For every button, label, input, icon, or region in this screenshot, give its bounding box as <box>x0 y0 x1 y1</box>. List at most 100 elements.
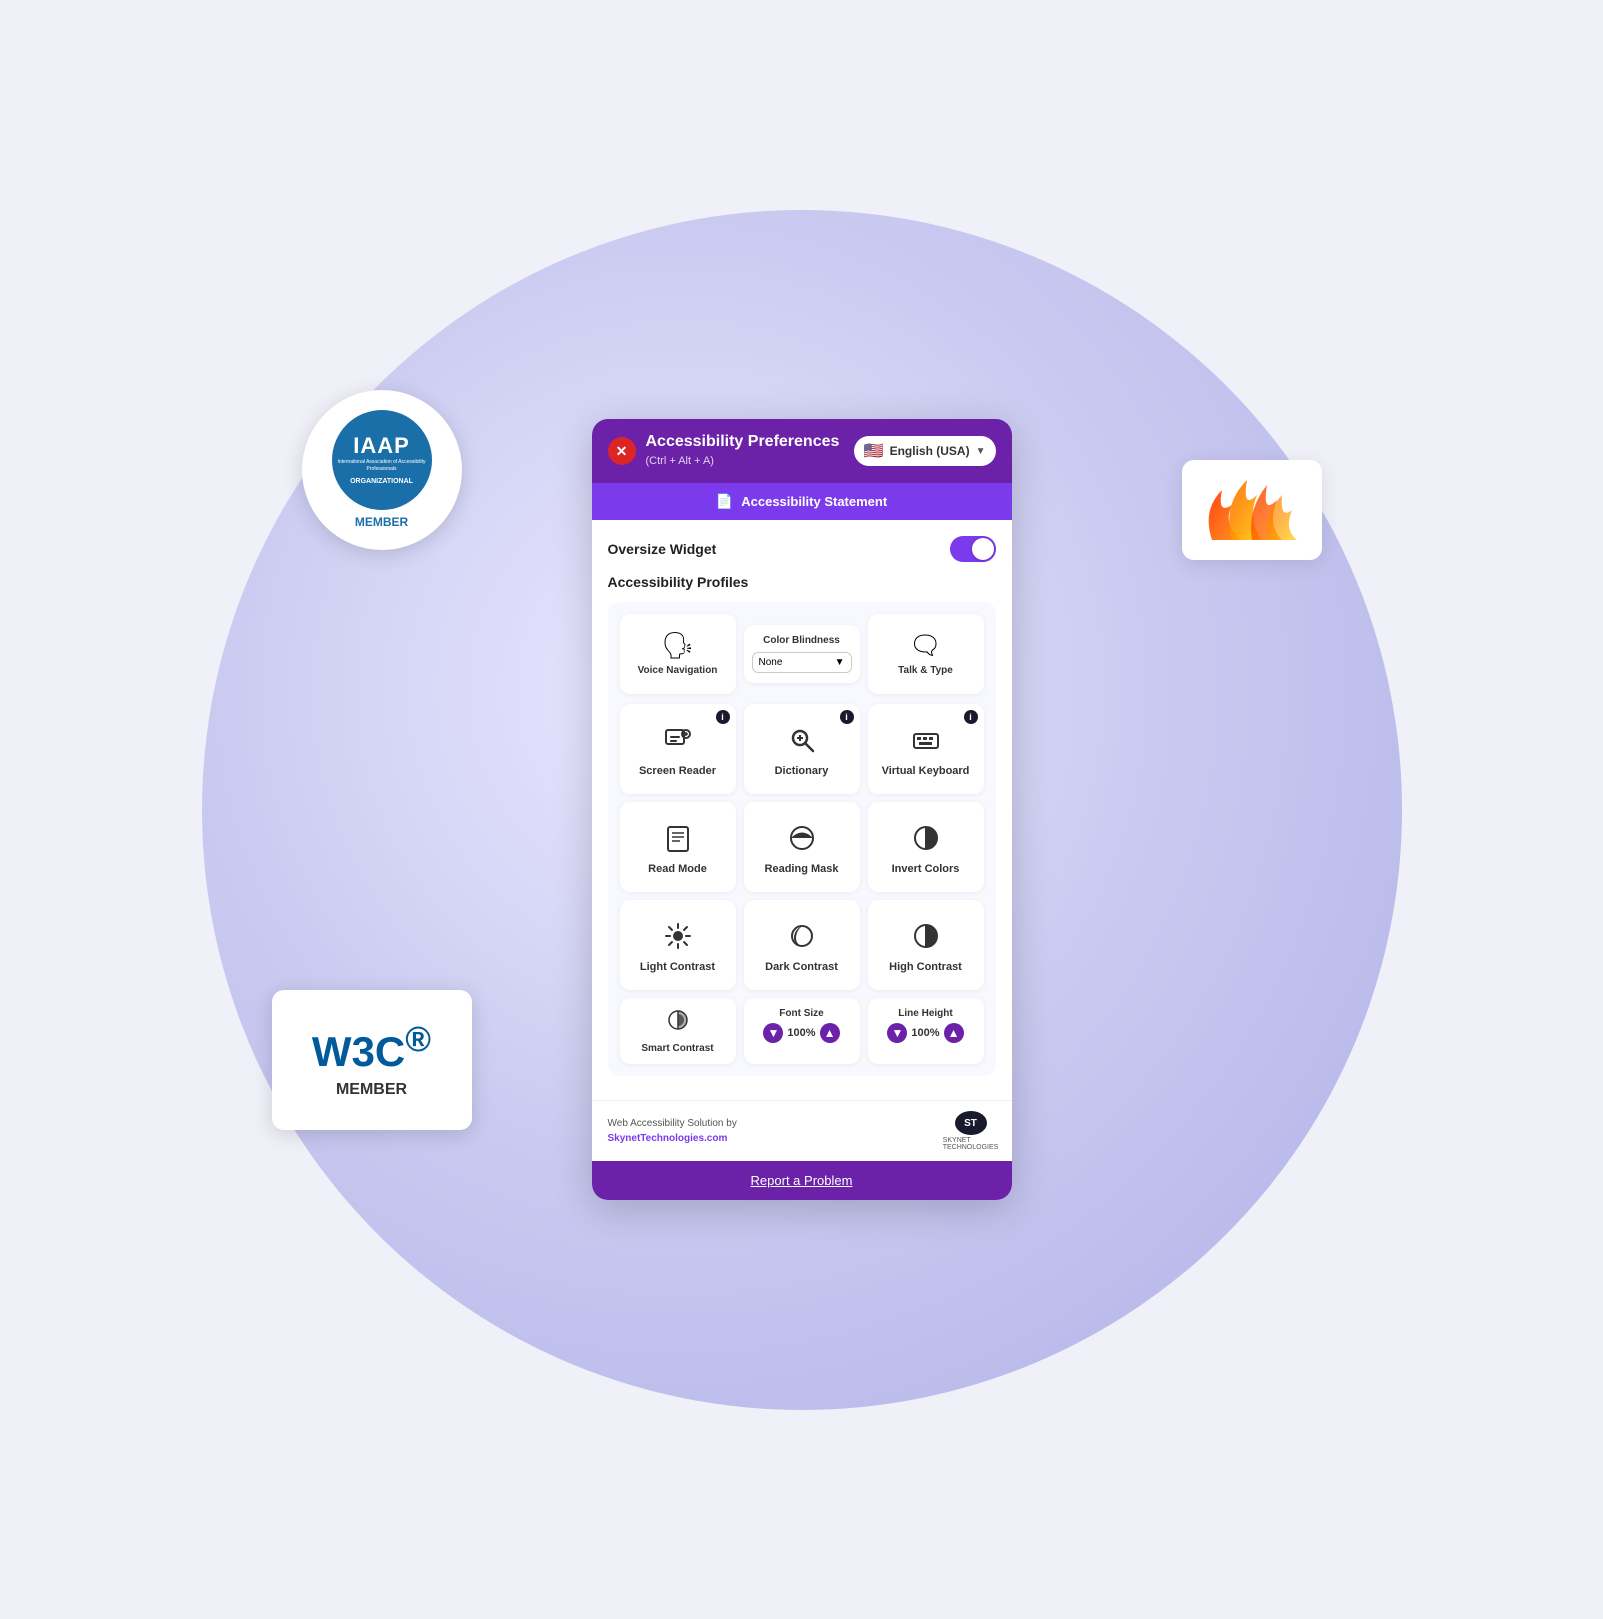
line-height-label: Line Height <box>898 1008 952 1019</box>
widget-body: Oversize Widget Accessibility Profiles 🗣… <box>592 520 1012 1100</box>
features-grid: i Screen Reader <box>620 704 984 990</box>
screen-reader-info-icon[interactable]: i <box>716 710 730 724</box>
reading-mask-label: Reading Mask <box>765 863 839 875</box>
dark-contrast-label: Dark Contrast <box>765 961 838 973</box>
accessibility-widget: ✕ Accessibility Preferences (Ctrl + Alt … <box>592 419 1012 1200</box>
reading-mask-icon <box>788 824 816 857</box>
st-logo-subtext: SKYNET TECHNOLOGIES <box>943 1137 999 1151</box>
font-size-label: Font Size <box>779 1008 823 1019</box>
st-logo-text: ST <box>964 1118 977 1129</box>
w3c-registered: ® <box>405 1020 431 1059</box>
high-contrast-cell[interactable]: High Contrast <box>868 900 984 990</box>
header-shortcut: (Ctrl + Alt + A) <box>646 455 714 467</box>
flame-icon <box>1192 470 1312 550</box>
w3c-member-label: MEMBER <box>336 1081 407 1099</box>
outer-circle: IAAP International Association of Access… <box>202 210 1402 1410</box>
w3c-badge: W3C® MEMBER <box>272 990 472 1130</box>
color-blindness-value: None <box>759 657 783 668</box>
high-contrast-icon <box>912 922 940 955</box>
oversize-row: Oversize Widget <box>608 536 996 562</box>
virtual-keyboard-cell[interactable]: i Virtual Keyboard <box>868 704 984 794</box>
iaap-badge: IAAP International Association of Access… <box>302 390 462 550</box>
iaap-main-text: IAAP <box>353 433 410 459</box>
talk-type-cell[interactable]: 🗨 Talk & Type <box>868 614 984 694</box>
dropdown-chevron-icon: ▼ <box>835 657 845 668</box>
language-label: English (USA) <box>890 444 970 458</box>
light-contrast-cell[interactable]: Light Contrast <box>620 900 736 990</box>
line-height-value: 100% <box>911 1027 939 1039</box>
widget-footer: Web Accessibility Solution by SkynetTech… <box>592 1100 1012 1161</box>
widget-header: ✕ Accessibility Preferences (Ctrl + Alt … <box>592 419 1012 483</box>
chevron-down-icon: ▼ <box>976 446 986 457</box>
color-blindness-cell: Color Blindness None ▼ <box>744 625 860 683</box>
top-profiles-row: 🗣 Voice Navigation Color Blindness None … <box>620 614 984 694</box>
screen-reader-label: Screen Reader <box>639 765 716 777</box>
font-size-value: 100% <box>787 1027 815 1039</box>
st-logo-circle: ST <box>955 1111 987 1135</box>
statement-bar[interactable]: 📄 Accessibility Statement <box>592 483 1012 520</box>
header-title-main: Accessibility Preferences <box>646 433 840 451</box>
color-blindness-label: Color Blindness <box>763 635 840 646</box>
statement-icon: 📄 <box>716 493 733 510</box>
virtual-keyboard-info-icon[interactable]: i <box>964 710 978 724</box>
dark-contrast-icon <box>788 922 816 955</box>
iaap-circle: IAAP International Association of Access… <box>332 410 432 510</box>
light-contrast-icon <box>664 922 692 955</box>
header-title: Accessibility Preferences (Ctrl + Alt + … <box>646 433 840 469</box>
dictionary-icon <box>788 726 816 759</box>
footer-line1: Web Accessibility Solution by <box>608 1118 737 1129</box>
footer-logo: ST SKYNET TECHNOLOGIES <box>946 1111 996 1151</box>
font-size-cell: Font Size ▼ 100% ▲ <box>744 998 860 1064</box>
virtual-keyboard-icon <box>912 726 940 759</box>
dark-contrast-cell[interactable]: Dark Contrast <box>744 900 860 990</box>
voice-navigation-label: Voice Navigation <box>638 664 718 677</box>
close-button[interactable]: ✕ <box>608 437 636 465</box>
dictionary-label: Dictionary <box>775 765 829 777</box>
dictionary-cell[interactable]: i Dictionary <box>744 704 860 794</box>
font-size-controls: ▼ 100% ▲ <box>763 1023 839 1043</box>
report-problem-label: Report a Problem <box>751 1173 853 1188</box>
invert-colors-cell[interactable]: Invert Colors <box>868 802 984 892</box>
flame-decoration <box>1182 460 1322 560</box>
w3c-logo-text: W3C® <box>312 1020 431 1076</box>
report-problem-bar[interactable]: Report a Problem <box>592 1161 1012 1200</box>
talk-type-icon: 🗨 <box>909 632 942 658</box>
oversize-toggle[interactable] <box>950 536 996 562</box>
iaap-member-text: MEMBER <box>355 515 408 529</box>
iaap-org-text: ORGANIZATIONAL <box>342 476 421 487</box>
virtual-keyboard-label: Virtual Keyboard <box>882 765 970 777</box>
smart-contrast-label: Smart Contrast <box>641 1043 713 1054</box>
line-height-increase-button[interactable]: ▲ <box>944 1023 964 1043</box>
toggle-knob <box>972 538 994 560</box>
color-blindness-dropdown[interactable]: None ▼ <box>752 652 852 673</box>
profiles-section: 🗣 Voice Navigation Color Blindness None … <box>608 602 996 1076</box>
read-mode-label: Read Mode <box>648 863 707 875</box>
high-contrast-label: High Contrast <box>889 961 962 973</box>
flag-icon: 🇺🇸 <box>864 441 884 461</box>
line-height-cell: Line Height ▼ 100% ▲ <box>868 998 984 1064</box>
font-size-increase-button[interactable]: ▲ <box>820 1023 840 1043</box>
font-size-decrease-button[interactable]: ▼ <box>763 1023 783 1043</box>
statement-label: Accessibility Statement <box>741 494 887 509</box>
read-mode-icon <box>664 824 692 857</box>
footer-link[interactable]: SkynetTechnologies.com <box>608 1133 728 1144</box>
talk-type-label: Talk & Type <box>898 664 953 677</box>
invert-colors-label: Invert Colors <box>892 863 960 875</box>
screen-reader-cell[interactable]: i Screen Reader <box>620 704 736 794</box>
adjusters-row: Smart Contrast Font Size ▼ 100% ▲ Line H <box>620 998 984 1064</box>
footer-text: Web Accessibility Solution by SkynetTech… <box>608 1116 737 1146</box>
invert-colors-icon <box>912 824 940 857</box>
profiles-label: Accessibility Profiles <box>608 574 996 590</box>
dictionary-info-icon[interactable]: i <box>840 710 854 724</box>
language-selector[interactable]: 🇺🇸 English (USA) ▼ <box>854 436 996 466</box>
iaap-sub-text: International Association of Accessibili… <box>332 459 432 472</box>
screen-reader-icon <box>664 726 692 759</box>
smart-contrast-icon <box>666 1008 690 1039</box>
voice-navigation-cell[interactable]: 🗣 Voice Navigation <box>620 614 736 694</box>
read-mode-cell[interactable]: Read Mode <box>620 802 736 892</box>
smart-contrast-cell[interactable]: Smart Contrast <box>620 998 736 1064</box>
oversize-label: Oversize Widget <box>608 541 717 557</box>
header-left: ✕ Accessibility Preferences (Ctrl + Alt … <box>608 433 840 469</box>
reading-mask-cell[interactable]: Reading Mask <box>744 802 860 892</box>
line-height-decrease-button[interactable]: ▼ <box>887 1023 907 1043</box>
